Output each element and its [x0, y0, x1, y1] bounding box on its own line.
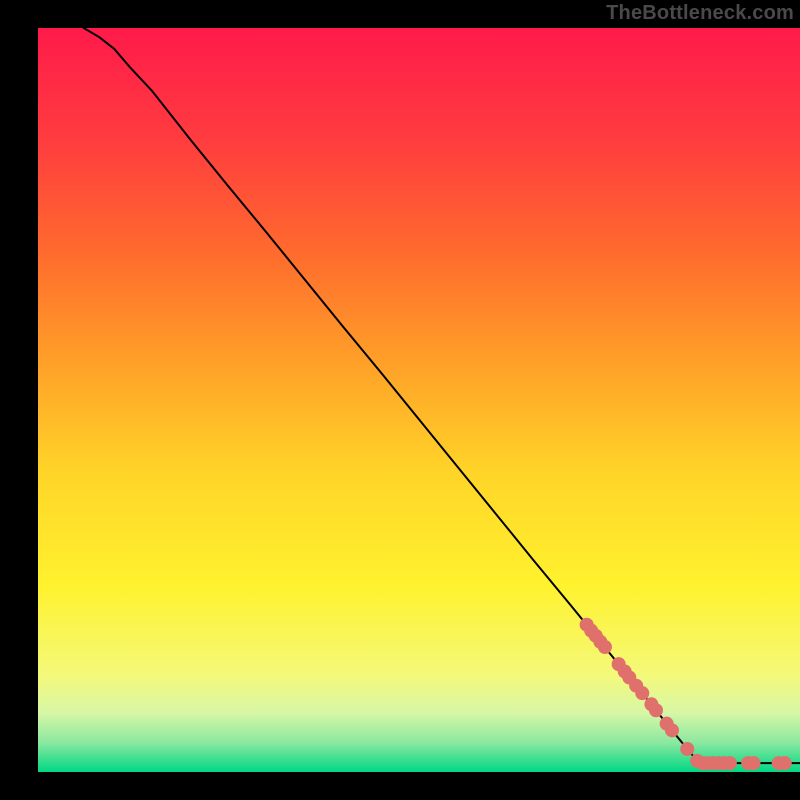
data-marker — [635, 686, 649, 700]
chart-background — [38, 28, 800, 772]
data-marker — [649, 703, 663, 717]
data-marker — [598, 640, 612, 654]
data-marker — [665, 723, 679, 737]
data-marker — [747, 756, 761, 770]
attribution-label: TheBottleneck.com — [606, 2, 794, 25]
data-marker — [680, 742, 694, 756]
data-marker — [723, 756, 737, 770]
data-marker — [778, 756, 792, 770]
chart-plot-area — [38, 28, 800, 772]
chart-frame: TheBottleneck.com — [38, 0, 800, 772]
chart-svg — [38, 28, 800, 772]
